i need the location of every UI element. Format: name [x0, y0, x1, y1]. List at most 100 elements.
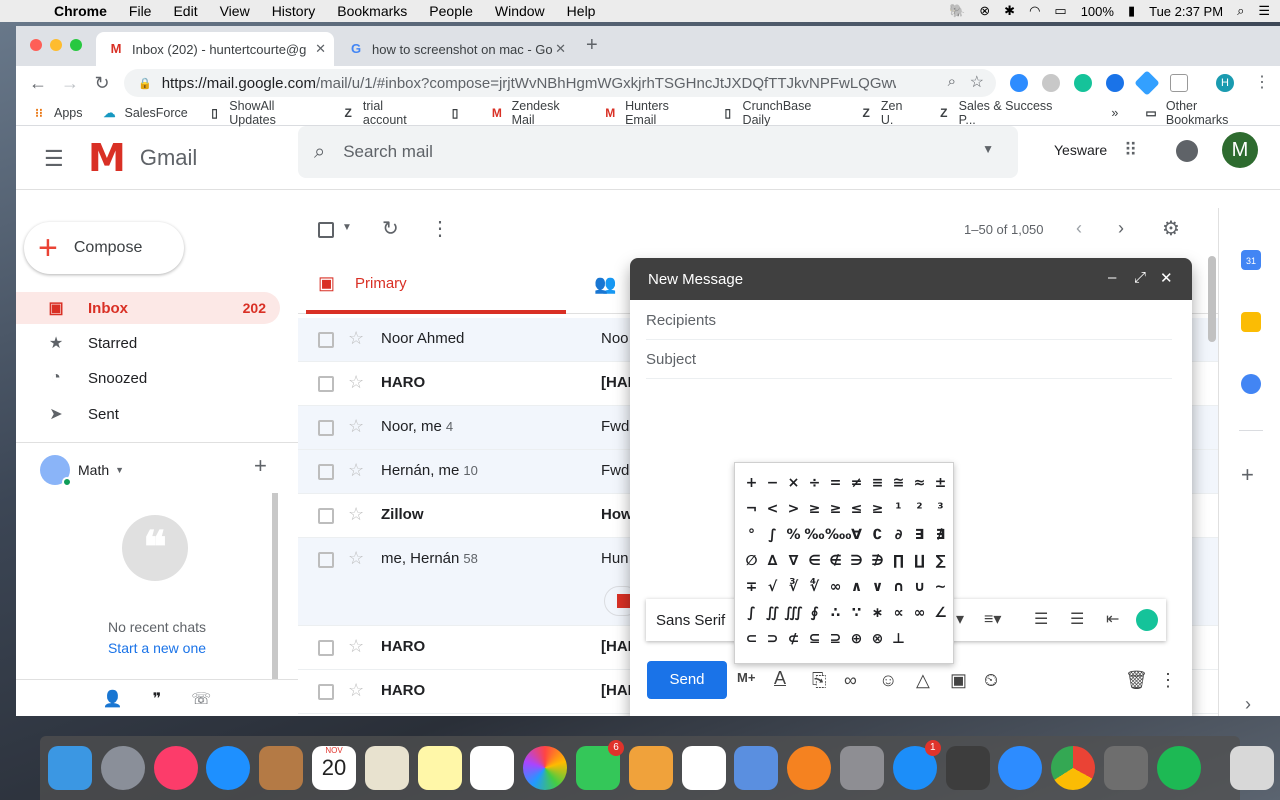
hangouts-user[interactable]: Math ▼ — [40, 455, 124, 487]
prev-page-icon[interactable]: ‹ — [1076, 218, 1082, 239]
math-symbol[interactable]: ∼ — [930, 579, 951, 595]
math-symbol[interactable]: + — [741, 475, 762, 491]
math-symbol[interactable]: ∃ — [909, 527, 930, 543]
math-symbol[interactable]: ⊃ — [762, 631, 783, 647]
math-symbol[interactable]: ∏ — [888, 553, 909, 569]
math-symbol[interactable]: ∫ — [741, 605, 762, 621]
contacts-icon[interactable]: 👤 — [103, 689, 123, 709]
tab-google-search[interactable]: G how to screenshot on mac - Go ✕ — [336, 32, 574, 66]
math-symbol[interactable]: ∛ — [783, 579, 804, 595]
zoom-extension-icon[interactable] — [1010, 74, 1028, 92]
math-symbol[interactable]: ∞ — [909, 605, 930, 621]
yesware-button[interactable]: Yesware — [1054, 142, 1107, 158]
more-options-icon[interactable]: ⋮ — [1159, 670, 1177, 691]
row-checkbox[interactable] — [318, 332, 334, 348]
hangouts-icon[interactable]: ❞ — [153, 689, 162, 709]
notification-center-icon[interactable]: ☰ — [1258, 3, 1270, 19]
battery-percent[interactable]: 100% — [1081, 4, 1114, 19]
math-symbol[interactable]: ∫ — [762, 527, 783, 543]
tasks-addon-icon[interactable] — [1241, 374, 1261, 394]
sidebar-item-snoozed[interactable]: ◔ Snoozed — [16, 362, 280, 394]
fullscreen-icon[interactable]: ⤢ — [1134, 269, 1146, 286]
math-symbol[interactable]: ⊄ — [783, 631, 804, 647]
math-symbol[interactable]: = — [825, 475, 846, 491]
compose-header[interactable]: New Message – ⤢ ✕ — [630, 258, 1192, 300]
spotlight-icon[interactable]: ⌕ — [1237, 3, 1244, 19]
grammarly-extension-icon[interactable] — [1074, 74, 1092, 92]
minimize-window-button[interactable] — [50, 39, 62, 51]
sidebar-item-starred[interactable]: ★ Starred — [16, 327, 280, 359]
tab-primary[interactable]: ▣ Primary — [306, 256, 566, 314]
menu-help[interactable]: Help — [567, 3, 596, 19]
indent-less-icon[interactable]: ⇤ — [1106, 609, 1119, 629]
start-new-chat-link[interactable]: Start a new one — [16, 640, 298, 656]
row-checkbox[interactable] — [318, 508, 334, 524]
google-apps-icon[interactable]: ⠿ — [1124, 140, 1137, 161]
math-symbol[interactable]: ⊥ — [888, 631, 909, 647]
math-symbol[interactable]: ∓ — [741, 579, 762, 595]
clock[interactable]: Tue 2:37 PM — [1149, 4, 1223, 19]
text-color-icon[interactable]: A — [774, 668, 786, 689]
subject-field[interactable]: Subject — [646, 341, 1172, 379]
math-symbol[interactable]: ∭ — [783, 605, 804, 621]
send-button[interactable]: Send — [647, 661, 727, 699]
bookmark-zen-u[interactable]: Z Zen U. — [859, 99, 917, 127]
evernote-menubar-icon[interactable]: 🐘 — [949, 3, 965, 19]
discard-trash-icon[interactable]: 🗑 — [1125, 670, 1148, 691]
search-bar[interactable]: ⌕ Search mail ▼ — [298, 126, 1018, 178]
sidebar-item-inbox[interactable]: ▣ Inbox 202 — [16, 292, 280, 324]
extension-gray-icon[interactable] — [1042, 74, 1060, 92]
calculator-icon[interactable] — [1103, 746, 1148, 790]
star-icon[interactable]: ☆ — [348, 548, 364, 569]
math-symbol[interactable]: ≡ — [867, 475, 888, 491]
safari-icon[interactable] — [206, 746, 251, 790]
search-options-icon[interactable]: ▼ — [982, 142, 994, 156]
star-icon[interactable]: ☆ — [348, 328, 364, 349]
status-menubar-icon[interactable]: ⊗ — [979, 3, 990, 19]
math-symbol[interactable]: ∮ — [804, 605, 825, 621]
bookmark-sales-success[interactable]: Z Sales & Success P... — [937, 99, 1069, 127]
itunes-icon[interactable] — [153, 746, 198, 790]
menu-file[interactable]: File — [129, 3, 152, 19]
select-caret-icon[interactable]: ▼ — [342, 222, 352, 233]
math-symbol[interactable]: ‰ — [804, 527, 825, 543]
math-symbol[interactable]: > — [783, 501, 804, 517]
refresh-icon[interactable]: ↻ — [382, 216, 399, 241]
notes-icon[interactable] — [417, 746, 462, 790]
math-symbol[interactable]: ≥ — [804, 501, 825, 517]
math-symbol[interactable]: × — [783, 475, 804, 491]
math-symbol[interactable]: % — [783, 527, 804, 543]
bookmark-hunters-email[interactable]: M Hunters Email — [604, 99, 701, 127]
math-symbol[interactable]: ³ — [930, 501, 951, 517]
math-symbol[interactable]: − — [762, 475, 783, 491]
select-all-checkbox[interactable] — [318, 222, 334, 238]
search-input[interactable]: Search mail — [343, 142, 433, 162]
evernote-icon[interactable] — [945, 746, 990, 790]
math-symbol[interactable]: ² — [909, 501, 930, 517]
extension-diamond-icon[interactable] — [1134, 70, 1160, 96]
math-symbol[interactable]: ∑ — [930, 553, 951, 569]
hangouts-scrollbar[interactable] — [272, 493, 278, 679]
row-checkbox[interactable] — [318, 640, 334, 656]
math-symbol[interactable]: ¬ — [741, 501, 762, 517]
bluetooth-icon[interactable]: ✱ — [1004, 3, 1015, 19]
launchpad-icon[interactable] — [100, 746, 145, 790]
close-window-button[interactable] — [30, 39, 42, 51]
math-symbol[interactable]: ‱ — [825, 527, 851, 543]
math-symbol[interactable]: ÷ — [804, 475, 825, 491]
menu-view[interactable]: View — [220, 3, 250, 19]
new-chat-plus-icon[interactable]: + — [254, 453, 267, 479]
numbered-list-icon[interactable]: ☰ — [1034, 609, 1048, 629]
bookmarks-overflow[interactable]: » — [1111, 106, 1118, 120]
math-symbol[interactable]: ∪ — [909, 579, 930, 595]
row-checkbox[interactable] — [318, 552, 334, 568]
zoom-app-icon[interactable] — [998, 746, 1043, 790]
math-symbol[interactable]: ∂ — [888, 527, 909, 543]
menu-bookmarks[interactable]: Bookmarks — [337, 3, 407, 19]
row-checkbox[interactable] — [318, 684, 334, 700]
ibooks-icon[interactable] — [787, 746, 832, 790]
chrome-menu-icon[interactable]: ⋮ — [1254, 72, 1270, 92]
math-symbol[interactable]: ± — [930, 475, 951, 491]
insert-link-icon[interactable]: ∞ — [844, 670, 857, 691]
compose-button[interactable]: + Compose — [24, 222, 184, 274]
